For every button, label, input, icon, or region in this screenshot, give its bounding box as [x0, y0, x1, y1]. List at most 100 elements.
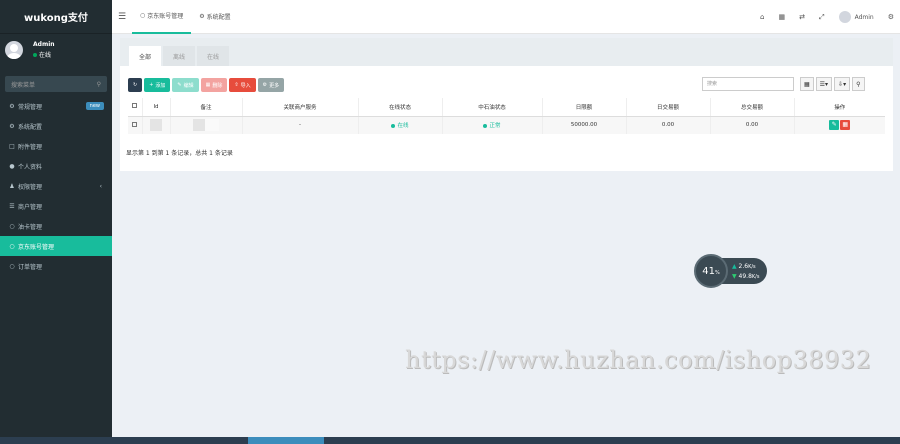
refresh-button[interactable]: ↻	[128, 78, 143, 92]
columns-button[interactable]: ☰▾	[815, 77, 833, 91]
table-row[interactable]: - 在线 正常 50000.00 0.00 0.00 ✎ ▦	[128, 116, 885, 134]
search-icon: ⚲	[856, 80, 861, 88]
sidebar-search-input[interactable]: 搜索菜单 ⚲	[5, 76, 107, 92]
trash-icon[interactable]: ▦	[778, 13, 785, 21]
chevron-left-icon: ‹	[99, 182, 102, 190]
refresh-icon: ↻	[133, 82, 138, 88]
pencil-icon: ✎	[177, 82, 182, 88]
col-cnpc[interactable]: 中石油状态	[442, 98, 543, 117]
search-icon[interactable]: ⚲	[97, 81, 101, 88]
col-total-amount[interactable]: 总交易额	[710, 98, 795, 117]
col-id[interactable]: Id	[142, 98, 171, 117]
accounts-table: Id 备注 关联商户服务 在线状态 中石油状态 日限额 日交易额 总交易额 操作…	[128, 98, 885, 134]
sidebar-item-label: 附件管理	[18, 143, 43, 151]
toggle-view-button[interactable]: ▦	[800, 77, 814, 91]
network-speed-widget[interactable]: 41% ▲ 2.6K/s ▼ 49.8K/s	[694, 254, 768, 288]
col-online[interactable]: 在线状态	[358, 98, 443, 117]
sidebar-item-label: 订单管理	[18, 263, 43, 271]
upload-unit: K/s	[748, 263, 756, 270]
tab-label: 京东账号管理	[147, 13, 184, 20]
row-checkbox[interactable]	[132, 121, 138, 127]
sidebar-item-merchants[interactable]: ☰ 商户管理	[0, 196, 112, 216]
sidebar-item-general[interactable]: ⚙ 常规管理 new	[0, 96, 112, 116]
edit-button[interactable]: ✎ 编辑	[172, 78, 199, 92]
trash-icon: ▦	[205, 82, 211, 88]
upload-icon: ⇧	[234, 82, 239, 88]
online-dot-icon	[33, 52, 37, 57]
fullscreen-icon[interactable]: ⤢	[819, 13, 825, 22]
select-all-checkbox[interactable]	[132, 103, 138, 109]
home-icon[interactable]: ⌂	[760, 13, 764, 21]
gear-icon: ⚙	[9, 122, 15, 130]
circle-icon: ○	[9, 242, 15, 250]
cnpc-cell: 正常	[442, 116, 543, 134]
cog-icon: ⚙	[262, 82, 268, 88]
user-name: Admin	[33, 41, 55, 48]
tab-jd-accounts[interactable]: ○ 京东账号管理	[132, 0, 192, 34]
sidebar-item-permissions[interactable]: ♟ 权限管理 ‹	[0, 176, 112, 196]
columns-icon: ☰▾	[819, 80, 829, 88]
download-unit: K/s	[751, 273, 760, 280]
circle-icon: ○	[9, 262, 15, 270]
speed-readout: ▲ 2.6K/s ▼ 49.8K/s	[722, 258, 768, 284]
sidebar-item-orders[interactable]: ○ 订单管理	[0, 256, 112, 276]
sidebar-item-oil-cards[interactable]: ○ 油卡管理	[0, 216, 112, 236]
taskbar	[0, 437, 900, 444]
col-related[interactable]: 关联商户服务	[242, 98, 359, 117]
tab-label: 系统配置	[206, 14, 231, 21]
export-button[interactable]: ⇩▾	[834, 77, 851, 91]
table-tools: ▦ ☰▾ ⇩▾ ⚲	[800, 77, 865, 91]
table-header-row: Id 备注 关联商户服务 在线状态 中石油状态 日限额 日交易额 总交易额 操作	[128, 98, 885, 117]
col-daily-limit[interactable]: 日限额	[542, 98, 627, 117]
topbar: ☰ ○ 京东账号管理 ⚙ 系统配置 ⌂ ▦ ⇄ ⤢ Admin ⚙	[112, 0, 900, 34]
sidebar-item-profile[interactable]: ● 个人资料	[0, 156, 112, 176]
brand-logo[interactable]: wukong支付	[0, 0, 112, 34]
actions-cell: ✎ ▦	[794, 116, 885, 134]
import-button[interactable]: ⇧ 导入	[229, 78, 256, 92]
advanced-search-button[interactable]: ⚲	[852, 77, 865, 91]
table-search-input[interactable]: 搜索	[702, 77, 794, 91]
col-remark[interactable]: 备注	[170, 98, 243, 117]
row-edit-button[interactable]: ✎	[829, 120, 840, 131]
id-cell	[142, 116, 171, 134]
add-button[interactable]: + 添加	[144, 78, 171, 92]
redacted-remark	[193, 119, 205, 132]
upload-arrow-icon: ▲	[732, 262, 737, 270]
more-button[interactable]: ⚙ 更多	[257, 78, 285, 92]
sidebar-item-label: 系统配置	[18, 123, 43, 131]
delete-label: 删除	[212, 82, 223, 89]
row-delete-button[interactable]: ▦	[840, 120, 851, 131]
row-select-cell[interactable]	[128, 116, 143, 134]
tab-online[interactable]: 在线	[197, 46, 230, 66]
sidebar-item-label: 油卡管理	[18, 223, 43, 231]
sidebar: wukong支付 Admin 在线 搜索菜单 ⚲ ⚙ 常规管理 new ⚙ 系统配置 …	[0, 0, 112, 444]
file-icon: □	[9, 142, 15, 150]
sidebar-item-attachments[interactable]: □ 附件管理	[0, 136, 112, 156]
sidebar-item-system-config[interactable]: ⚙ 系统配置	[0, 116, 112, 136]
list-icon: ☰	[9, 202, 15, 210]
tab-all[interactable]: 全部	[129, 46, 162, 66]
delete-button[interactable]: ▦ 删除	[200, 78, 228, 92]
avatar	[5, 41, 23, 59]
settings-icon[interactable]: ⚙	[888, 13, 894, 21]
col-daily-amount[interactable]: 日交易额	[626, 98, 711, 117]
user-icon: ●	[9, 162, 15, 170]
tab-offline[interactable]: 离线	[163, 46, 196, 66]
sidebar-item-jd-accounts[interactable]: ○ 京东账号管理	[0, 236, 112, 256]
download-icon: ⇩▾	[838, 80, 847, 88]
sidebar-item-label: 权限管理	[18, 183, 43, 191]
status-dot-icon	[483, 123, 488, 128]
sidebar-search-placeholder: 搜索菜单	[11, 81, 36, 89]
sidebar-item-label: 个人资料	[18, 163, 43, 171]
content-panel: 全部 离线 在线 ↻ + 添加 ✎ 编辑 ▦ 删除 ⇧ 导入 ⚙ 更多 搜索 ▦ ☰▾ ⇩…	[120, 38, 893, 171]
menu-toggle-icon[interactable]: ☰	[112, 12, 132, 22]
user-status-text: 在线	[39, 52, 52, 59]
admin-menu[interactable]: Admin	[838, 11, 874, 23]
edit-label: 编辑	[183, 82, 194, 89]
watermark-text: https://www.huzhan.com/ishop38932	[405, 346, 872, 374]
tab-system-config[interactable]: ⚙ 系统配置	[191, 0, 238, 34]
daily-amount-cell: 0.00	[626, 116, 711, 134]
select-all-header[interactable]	[128, 98, 143, 117]
plus-icon: +	[149, 82, 154, 88]
translate-icon[interactable]: ⇄	[799, 13, 805, 21]
